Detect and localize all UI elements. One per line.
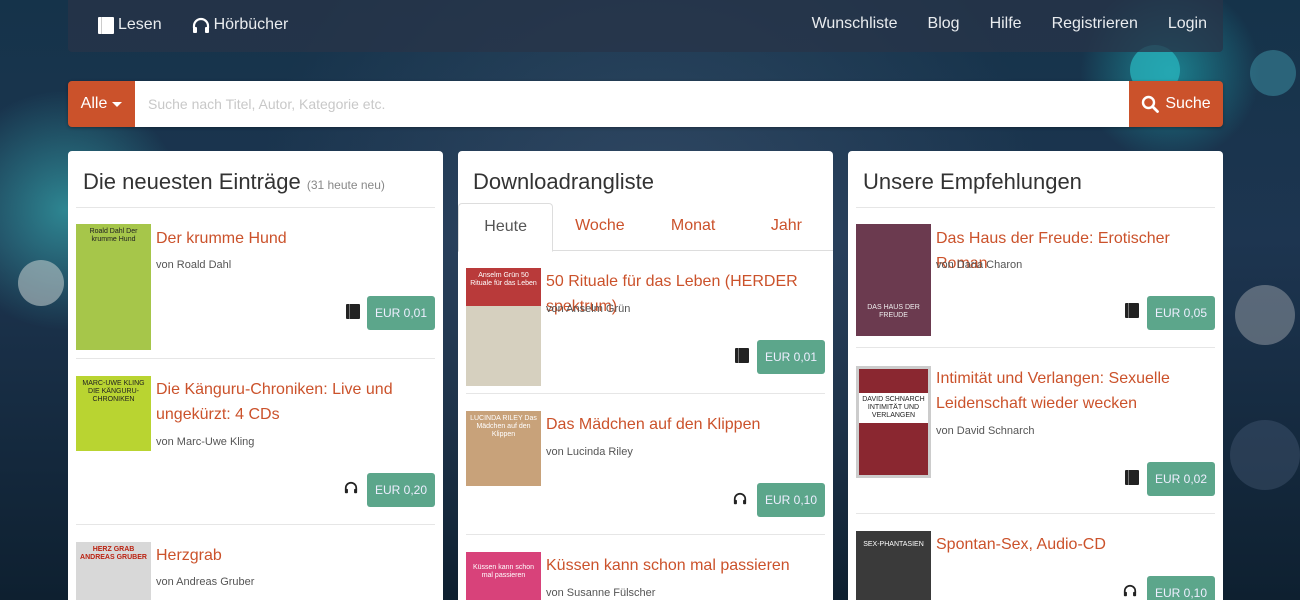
price-button[interactable]: EUR 0,05	[1147, 296, 1215, 330]
item-author: von Susanne Fülscher	[546, 587, 656, 599]
item-author: von Andreas Gruber	[156, 576, 255, 588]
search-icon	[1142, 95, 1160, 113]
cover-text: MARC-UWE KLING DIE KÄNGURU-CHRONIKEN	[82, 380, 145, 403]
cover-text: SEX-PHANTASIEN	[863, 541, 924, 548]
panel-title-text: Die neuesten Einträge	[83, 169, 301, 194]
price-button[interactable]: EUR 0,02	[1147, 462, 1215, 496]
ranking-tabs: Heute Woche Monat Jahr	[458, 203, 833, 252]
book-cover[interactable]: DAVID SCHNARCH INTIMITÄT UND VERLANGEN	[856, 366, 931, 478]
item-title-link[interactable]: Der krumme Hund	[156, 226, 427, 251]
panel-title: Unsere Empfehlungen	[856, 151, 1215, 208]
headphones-icon	[733, 492, 747, 505]
item-author: von David Schnarch	[936, 425, 1035, 437]
list-item: Roald Dahl Der krumme Hund Der krumme Hu…	[76, 208, 435, 359]
background-bubble	[18, 260, 64, 306]
book-icon	[98, 16, 114, 34]
background-bubble	[1235, 285, 1295, 345]
panel-title: Downloadrangliste	[473, 169, 654, 194]
cover-text: Anselm Grün 50 Rituale für das Leben	[466, 268, 541, 306]
price-button[interactable]: EUR 0,10	[1147, 576, 1215, 600]
cover-text: LUCINDA RILEY Das Mädchen auf den Klippe…	[470, 415, 537, 438]
top-navigation-bar: Lesen Hörbücher Wunschliste Blog Hilfe R…	[68, 0, 1223, 52]
panel-recommendations: Unsere Empfehlungen DAS HAUS DER FREUDE …	[848, 151, 1223, 600]
tab-jahr[interactable]: Jahr	[740, 203, 833, 251]
item-author: von Daria Charon	[936, 259, 1023, 271]
item-author: von Anselm Grün	[546, 303, 631, 315]
book-cover[interactable]: HERZ GRAB ANDREAS GRUBER	[76, 542, 151, 600]
cover-text: DAVID SCHNARCH INTIMITÄT UND VERLANGEN	[859, 393, 928, 423]
new-today-count: (31 heute neu)	[306, 178, 385, 192]
nav-hilfe[interactable]: Hilfe	[990, 15, 1022, 33]
tab-woche[interactable]: Woche	[553, 203, 646, 251]
nav-left: Lesen Hörbücher	[98, 16, 288, 34]
book-icon	[735, 348, 749, 363]
search-button-label: Suche	[1165, 95, 1211, 112]
search-button[interactable]: Suche	[1129, 81, 1223, 127]
search-category-dropdown[interactable]: Alle	[68, 81, 135, 127]
item-title-link[interactable]: Das Mädchen auf den Klippen	[546, 412, 817, 437]
book-cover[interactable]: Roald Dahl Der krumme Hund	[76, 224, 151, 350]
caret-down-icon	[112, 101, 123, 107]
book-icon	[1125, 303, 1139, 318]
nav-wunschliste[interactable]: Wunschliste	[812, 15, 898, 33]
nav-lesen[interactable]: Lesen	[98, 16, 162, 34]
nav-lesen-label: Lesen	[118, 16, 162, 33]
cover-text: HERZ GRAB ANDREAS GRUBER	[80, 546, 147, 561]
headphones-icon	[344, 481, 358, 494]
item-author: von Roald Dahl	[156, 259, 232, 271]
item-author: von Marc-Uwe Kling	[156, 436, 255, 448]
tab-heute[interactable]: Heute	[458, 203, 554, 252]
list-item: Küssen kann schon mal passieren Küssen k…	[466, 535, 825, 600]
list-item: SEX-PHANTASIEN Spontan-Sex, Audio-CD EUR…	[856, 514, 1215, 600]
item-title-link[interactable]: Küssen kann schon mal passieren	[546, 553, 817, 578]
headphones-icon	[192, 17, 209, 33]
panel-newest-entries: Die neuesten Einträge (31 heute neu) Roa…	[68, 151, 443, 600]
list-item: DAVID SCHNARCH INTIMITÄT UND VERLANGEN I…	[856, 348, 1215, 514]
book-cover[interactable]: DAS HAUS DER FREUDE	[856, 224, 931, 336]
cover-text: Roald Dahl Der krumme Hund	[89, 228, 138, 243]
nav-login[interactable]: Login	[1168, 15, 1207, 33]
price-button[interactable]: EUR 0,20	[367, 473, 435, 507]
price-button[interactable]: EUR 0,01	[757, 340, 825, 374]
search-bar: Alle Suche	[68, 81, 1223, 127]
nav-hoerbuecher[interactable]: Hörbücher	[192, 16, 289, 34]
book-cover[interactable]: LUCINDA RILEY Das Mädchen auf den Klippe…	[466, 411, 541, 486]
item-author: von Lucinda Riley	[546, 446, 633, 458]
price-button[interactable]: EUR 0,10	[757, 483, 825, 517]
background-bubble	[1230, 420, 1300, 490]
nav-right: Wunschliste Blog Hilfe Registrieren Logi…	[812, 15, 1207, 33]
book-cover[interactable]: SEX-PHANTASIEN	[856, 531, 931, 600]
item-title-link[interactable]: Spontan-Sex, Audio-CD	[936, 532, 1207, 557]
headphones-icon	[1123, 584, 1137, 597]
list-item: HERZ GRAB ANDREAS GRUBER Herzgrab von An…	[76, 525, 435, 600]
nav-blog[interactable]: Blog	[928, 15, 960, 33]
list-item: MARC-UWE KLING DIE KÄNGURU-CHRONIKEN Die…	[76, 359, 435, 525]
book-icon	[1125, 470, 1139, 485]
search-category-label: Alle	[80, 95, 108, 112]
item-title-link[interactable]: Herzgrab	[156, 543, 427, 568]
cover-text: Küssen kann schon mal passieren	[472, 564, 535, 579]
book-cover[interactable]: Küssen kann schon mal passieren	[466, 552, 541, 600]
list-item: DAS HAUS DER FREUDE Das Haus der Freude:…	[856, 208, 1215, 348]
list-item: Anselm Grün 50 Rituale für das Leben 50 …	[466, 251, 825, 394]
search-input[interactable]	[135, 81, 1129, 127]
panel-title: Die neuesten Einträge (31 heute neu)	[76, 151, 435, 208]
item-title-link[interactable]: Intimität und Verlangen: Sexuelle Leiden…	[936, 366, 1207, 416]
list-item: LUCINDA RILEY Das Mädchen auf den Klippe…	[466, 394, 825, 535]
nav-hoerbuecher-label: Hörbücher	[213, 16, 289, 33]
book-cover[interactable]: MARC-UWE KLING DIE KÄNGURU-CHRONIKEN	[76, 376, 151, 451]
panel-download-ranking: Downloadrangliste Heute Woche Monat Jahr…	[458, 151, 833, 600]
tab-monat[interactable]: Monat	[647, 203, 740, 251]
book-cover[interactable]: Anselm Grün 50 Rituale für das Leben	[466, 268, 541, 386]
nav-registrieren[interactable]: Registrieren	[1052, 15, 1138, 33]
cover-text: DAS HAUS DER FREUDE	[867, 304, 920, 319]
background-bubble	[1250, 50, 1296, 96]
item-title-link[interactable]: Die Känguru-Chroniken: Live und ungekürz…	[156, 377, 427, 427]
book-icon	[346, 304, 360, 319]
price-button[interactable]: EUR 0,01	[367, 296, 435, 330]
